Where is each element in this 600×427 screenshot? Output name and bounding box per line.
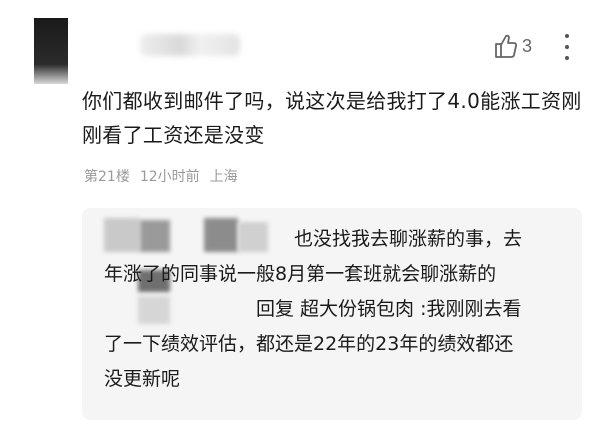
comment-location: 上海 — [209, 169, 238, 185]
comment-body: 你们都收到邮件了吗，说这次是给我打了4.0能涨工资刚刚看了工资还是没变 — [82, 89, 582, 147]
avatar[interactable] — [34, 18, 68, 84]
reply-line: 回复 超大份锅包肉 :我刚刚去看 — [256, 298, 522, 320]
thumbs-up-icon — [494, 33, 518, 59]
like-count: 3 — [522, 35, 533, 56]
username-redacted — [140, 34, 240, 56]
more-vertical-icon — [565, 34, 569, 38]
more-options-button[interactable] — [558, 34, 576, 60]
comment-screen: 3 你们都收到邮件了吗，说这次是给我打了4.0能涨工资刚刚看了工资还是没变 第2… — [0, 0, 600, 427]
reply-box[interactable]: 也没找我去聊涨薪的事，去 年涨了的同事说一般8月第一套班就会聊涨薪的 回复 超大… — [82, 208, 582, 420]
floor-number: 第21楼 — [84, 169, 130, 185]
reply-line: 也没找我去聊涨薪的事，去 — [294, 228, 523, 250]
like-button[interactable]: 3 — [494, 32, 532, 60]
reply-line: 年涨了的同事说一般8月第一套班就会聊涨薪的 — [104, 263, 497, 285]
comment-time: 12小时前 — [139, 169, 200, 185]
reply-line: 了一下绩效评估，都还是22年的23年的绩效都还 — [104, 333, 514, 355]
reply-line: 没更新呢 — [104, 368, 181, 390]
comment-meta: 第21楼 12小时前 上海 — [84, 166, 238, 186]
reply-body: 也没找我去聊涨薪的事，去 年涨了的同事说一般8月第一套班就会聊涨薪的 回复 超大… — [104, 222, 574, 397]
